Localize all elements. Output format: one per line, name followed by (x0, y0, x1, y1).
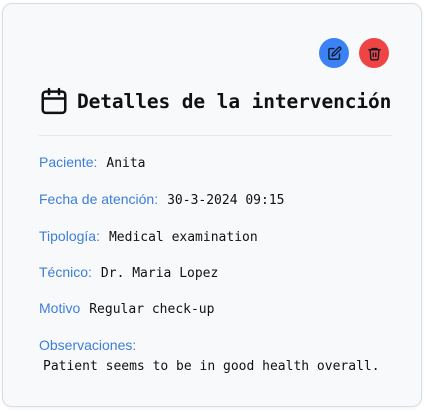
calendar-icon (39, 86, 69, 116)
card-header: Detalles de la intervención (39, 86, 391, 116)
observaciones-value: Patient seems to be in good health overa… (43, 359, 380, 374)
edit-button[interactable] (319, 38, 349, 68)
intervention-details-card: Detalles de la intervención Paciente: An… (2, 3, 422, 407)
trash-icon (367, 46, 382, 61)
field-tecnico: Técnico: Dr. Maria Lopez (39, 264, 218, 281)
motivo-value: Regular check-up (89, 302, 215, 317)
fecha-value: 30-3-2024 09:15 (167, 193, 285, 208)
tipologia-value: Medical examination (108, 230, 258, 245)
tecnico-label: Técnico: (39, 264, 92, 280)
observaciones-label: Observaciones: (39, 337, 137, 353)
delete-button[interactable] (359, 38, 389, 68)
tipologia-label: Tipología: (39, 228, 100, 244)
paciente-value: Anita (106, 156, 146, 171)
card-actions (319, 38, 389, 68)
header-divider (39, 135, 392, 136)
field-tipologia: Tipología: Medical examination (39, 228, 258, 245)
field-fecha: Fecha de atención: 30-3-2024 09:15 (39, 191, 285, 208)
field-paciente: Paciente: Anita (39, 154, 146, 171)
page-title: Detalles de la intervención (77, 89, 392, 113)
tecnico-value: Dr. Maria Lopez (100, 266, 219, 281)
field-motivo: Motivo Regular check-up (39, 300, 214, 317)
fecha-label: Fecha de atención: (39, 191, 159, 207)
motivo-label: Motivo (39, 300, 81, 316)
edit-icon (327, 46, 342, 61)
paciente-label: Paciente: (39, 154, 98, 170)
